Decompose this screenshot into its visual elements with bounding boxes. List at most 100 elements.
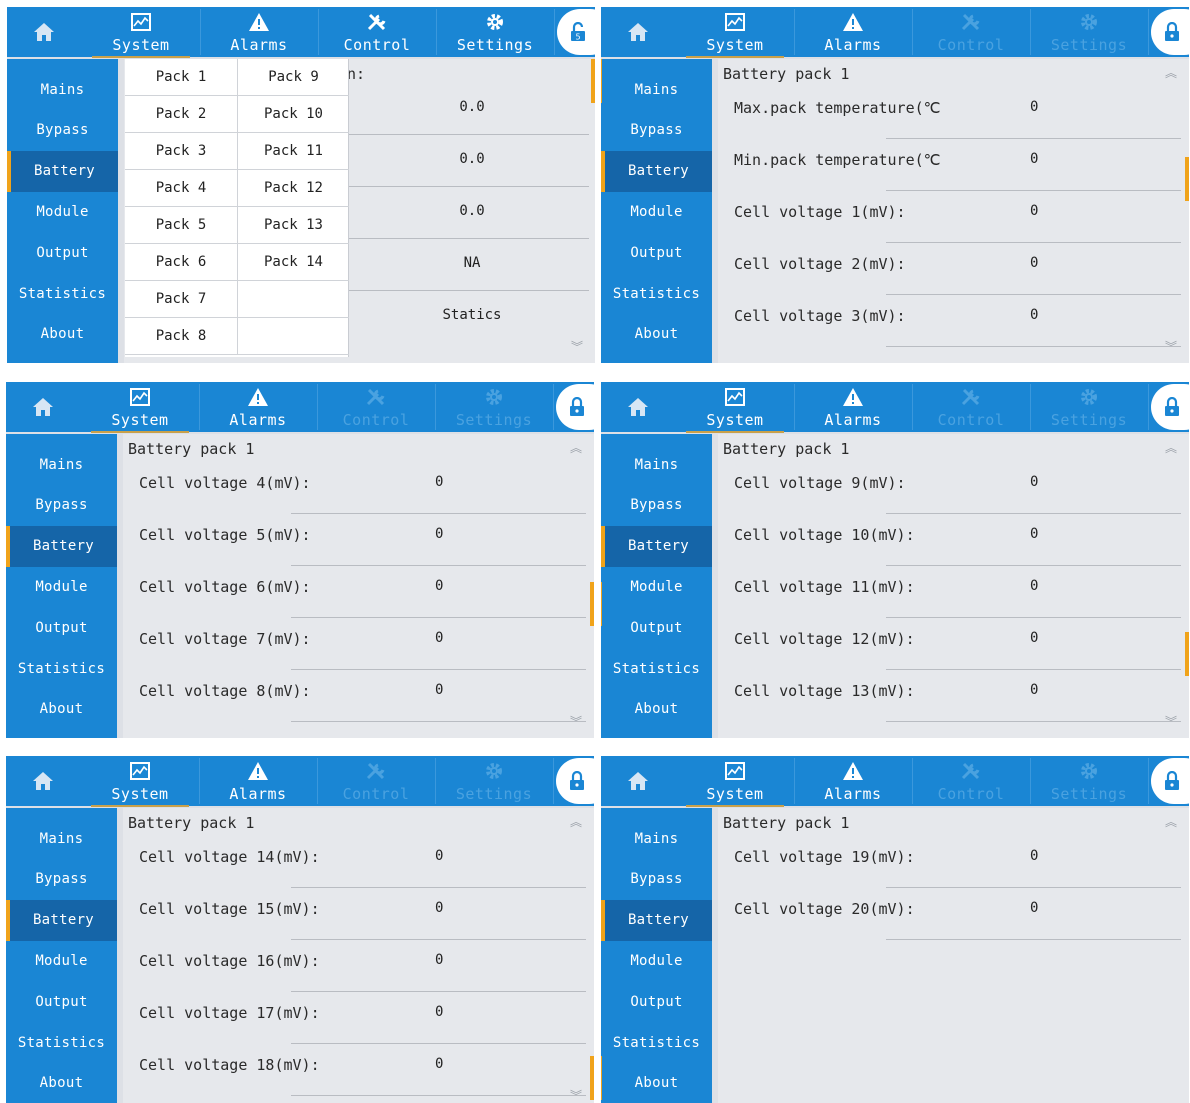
sidebar-item-battery[interactable]: Battery xyxy=(601,150,712,192)
tab-settings[interactable]: Settings xyxy=(1030,7,1148,57)
pack-option[interactable]: Pack 2 xyxy=(125,96,237,133)
tab-system[interactable]: System xyxy=(676,382,794,433)
pack-option[interactable]: Pack 14 xyxy=(237,244,349,281)
sidebar-item-statistics[interactable]: Statistics xyxy=(601,648,712,689)
scroll-down-icon[interactable]: ︾ xyxy=(570,716,584,728)
sidebar-item-statistics[interactable]: Statistics xyxy=(601,273,712,314)
sidebar-item-about[interactable]: About xyxy=(7,314,118,355)
tab-control[interactable]: Control xyxy=(318,7,436,57)
lock-button[interactable] xyxy=(1151,9,1189,55)
sidebar-item-bypass[interactable]: Bypass xyxy=(601,485,712,526)
tab-control[interactable]: Control xyxy=(912,7,1030,57)
pack-option[interactable]: Pack 8 xyxy=(125,318,237,355)
sidebar-item-output[interactable]: Output xyxy=(6,981,117,1022)
scroll-down-icon[interactable]: ︾ xyxy=(570,1090,584,1102)
pack-option[interactable]: Pack 11 xyxy=(237,133,349,170)
sidebar-item-about[interactable]: About xyxy=(601,689,712,730)
tab-alarms[interactable]: Alarms xyxy=(794,382,912,432)
tab-alarms[interactable]: Alarms xyxy=(794,7,912,57)
tab-control[interactable]: Control xyxy=(317,382,435,432)
sidebar-item-statistics[interactable]: Statistics xyxy=(6,648,117,689)
pack-option[interactable]: Pack 5 xyxy=(125,207,237,244)
scroll-down-icon[interactable]: ︾ xyxy=(571,341,585,353)
tab-alarms[interactable]: Alarms xyxy=(794,756,912,806)
sidebar-item-battery[interactable]: Battery xyxy=(7,150,118,192)
scroll-up-icon[interactable]: ︽ xyxy=(1165,816,1179,828)
sidebar-item-battery[interactable]: Battery xyxy=(601,525,712,567)
scroll-down-icon[interactable]: ︾ xyxy=(1165,341,1179,353)
lock-button[interactable] xyxy=(1151,758,1189,804)
scroll-down-icon[interactable]: ︾ xyxy=(1165,716,1179,728)
pack-option[interactable]: Pack 6 xyxy=(125,244,237,281)
tab-alarms[interactable]: Alarms xyxy=(199,382,317,432)
tab-alarms[interactable]: Alarms xyxy=(199,756,317,806)
pack-option[interactable]: Pack 4 xyxy=(125,170,237,207)
home-icon[interactable] xyxy=(7,7,81,57)
pack-option[interactable]: Pack 13 xyxy=(237,207,349,244)
pack-option[interactable]: Pack 1 xyxy=(125,59,237,96)
tab-settings[interactable]: Settings xyxy=(436,7,554,57)
sidebar-item-bypass[interactable]: Bypass xyxy=(7,110,118,151)
tab-system[interactable]: System xyxy=(676,756,794,807)
pack-option[interactable]: Pack 7 xyxy=(125,281,237,318)
sidebar-item-bypass[interactable]: Bypass xyxy=(6,485,117,526)
pack-option[interactable]: Pack 3 xyxy=(125,133,237,170)
sidebar-item-mains[interactable]: Mains xyxy=(601,444,712,485)
sidebar-item-module[interactable]: Module xyxy=(6,940,117,981)
sidebar-item-battery[interactable]: Battery xyxy=(6,525,117,567)
pack-option[interactable]: Pack 12 xyxy=(237,170,349,207)
sidebar-item-module[interactable]: Module xyxy=(601,940,712,981)
tab-alarms[interactable]: Alarms xyxy=(200,7,318,57)
tab-settings[interactable]: Settings xyxy=(435,756,553,806)
sidebar-item-module[interactable]: Module xyxy=(6,566,117,607)
sidebar-item-mains[interactable]: Mains xyxy=(601,818,712,859)
sidebar-item-module[interactable]: Module xyxy=(601,191,712,232)
sidebar-item-output[interactable]: Output xyxy=(6,607,117,648)
pack-option[interactable]: Pack 10 xyxy=(237,96,349,133)
lock-button[interactable] xyxy=(1151,384,1189,430)
home-icon[interactable] xyxy=(601,7,675,57)
sidebar-item-module[interactable]: Module xyxy=(601,566,712,607)
sidebar-item-about[interactable]: About xyxy=(6,1063,117,1103)
sidebar-item-about[interactable]: About xyxy=(6,689,117,730)
sidebar-item-module[interactable]: Module xyxy=(7,191,118,232)
home-icon[interactable] xyxy=(6,382,80,432)
sidebar-item-battery[interactable]: Battery xyxy=(601,899,712,941)
scroll-up-icon[interactable]: ︽ xyxy=(570,442,584,454)
sidebar-item-mains[interactable]: Mains xyxy=(6,444,117,485)
sidebar-item-mains[interactable]: Mains xyxy=(601,69,712,110)
sidebar-item-output[interactable]: Output xyxy=(7,232,118,273)
home-icon[interactable] xyxy=(601,756,675,806)
sidebar-item-statistics[interactable]: Statistics xyxy=(7,273,118,314)
tab-control[interactable]: Control xyxy=(912,756,1030,806)
sidebar-item-bypass[interactable]: Bypass xyxy=(6,859,117,900)
sidebar-item-about[interactable]: About xyxy=(601,314,712,355)
tab-system[interactable]: System xyxy=(82,7,200,58)
sidebar-item-output[interactable]: Output xyxy=(601,981,712,1022)
home-icon[interactable] xyxy=(6,756,80,806)
scroll-up-icon[interactable]: ︽ xyxy=(1165,442,1179,454)
scroll-up-icon[interactable]: ︽ xyxy=(570,816,584,828)
lock-button[interactable] xyxy=(556,384,594,430)
tab-settings[interactable]: Settings xyxy=(1030,756,1148,806)
lock-button[interactable]: 5 xyxy=(557,9,595,55)
sidebar-item-mains[interactable]: Mains xyxy=(7,69,118,110)
lock-button[interactable] xyxy=(556,758,594,804)
sidebar-item-mains[interactable]: Mains xyxy=(6,818,117,859)
tab-system[interactable]: System xyxy=(676,7,794,58)
sidebar-item-bypass[interactable]: Bypass xyxy=(601,110,712,151)
scroll-up-icon[interactable]: ︽ xyxy=(1165,67,1179,79)
tab-control[interactable]: Control xyxy=(912,382,1030,432)
sidebar-item-battery[interactable]: Battery xyxy=(6,899,117,941)
tab-settings[interactable]: Settings xyxy=(1030,382,1148,432)
sidebar-item-statistics[interactable]: Statistics xyxy=(601,1022,712,1063)
sidebar-item-bypass[interactable]: Bypass xyxy=(601,859,712,900)
sidebar-item-about[interactable]: About xyxy=(601,1063,712,1103)
sidebar-item-statistics[interactable]: Statistics xyxy=(6,1022,117,1063)
pack-option[interactable]: Pack 9 xyxy=(237,59,349,96)
tab-system[interactable]: System xyxy=(81,756,199,807)
home-icon[interactable] xyxy=(601,382,675,432)
tab-control[interactable]: Control xyxy=(317,756,435,806)
sidebar-item-output[interactable]: Output xyxy=(601,232,712,273)
tab-system[interactable]: System xyxy=(81,382,199,433)
